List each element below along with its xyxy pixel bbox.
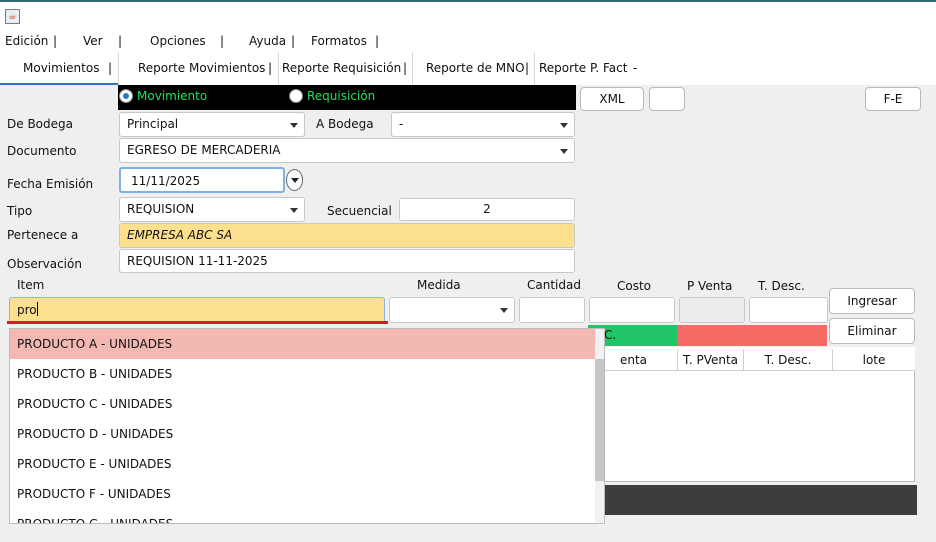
chevron-down-icon bbox=[560, 148, 568, 154]
blank-button[interactable] bbox=[649, 87, 685, 111]
radio-movimiento[interactable]: Movimiento bbox=[119, 89, 207, 103]
tab-divider bbox=[534, 52, 535, 85]
tab-separator: | bbox=[403, 61, 408, 75]
observacion-input[interactable]: REQUISION 11-11-2025 bbox=[119, 249, 575, 273]
pventa-label: P Venta bbox=[687, 279, 733, 293]
pventa-input bbox=[679, 297, 745, 323]
a-bodega-value: - bbox=[399, 117, 404, 131]
table-header-tdesc[interactable]: T. Desc. bbox=[744, 349, 833, 371]
pertenece-label: Pertenece a bbox=[7, 228, 79, 242]
tab-dash: - bbox=[633, 61, 638, 75]
tipo-label: Tipo bbox=[7, 204, 33, 218]
dropdown-option[interactable]: PRODUCTO D - UNIDADES bbox=[10, 419, 595, 449]
costo-label: Costo bbox=[617, 279, 652, 293]
documento-value: EGRESO DE MERCADERIA bbox=[127, 143, 281, 157]
calendar-dropdown-button[interactable] bbox=[286, 169, 303, 191]
secuencial-input[interactable]: 2 bbox=[399, 198, 575, 221]
tab-movimientos[interactable]: Movimientos bbox=[23, 61, 99, 75]
status-red-bar bbox=[677, 325, 827, 346]
radio-requisicion[interactable]: Requisición bbox=[289, 89, 375, 103]
fecha-emision-value: 11/11/2025 bbox=[131, 174, 201, 188]
documento-select[interactable]: EGRESO DE MERCADERIA bbox=[119, 138, 575, 163]
radio-requisicion-label: Requisición bbox=[307, 89, 376, 103]
cantidad-label: Cantidad bbox=[527, 278, 581, 292]
status-green-text: C. bbox=[604, 328, 617, 342]
de-bodega-value: Principal bbox=[127, 117, 179, 131]
table-header-lote[interactable]: lote bbox=[833, 349, 915, 371]
tab-separator: | bbox=[108, 61, 113, 75]
dropdown-option[interactable]: PRODUCTO E - UNIDADES bbox=[10, 449, 595, 479]
chevron-down-icon bbox=[290, 122, 298, 128]
de-bodega-select[interactable]: Principal bbox=[119, 112, 305, 137]
fe-button[interactable]: F-E bbox=[865, 87, 921, 111]
tipo-value: REQUISION bbox=[127, 202, 195, 216]
chevron-down-icon bbox=[290, 207, 298, 213]
item-autocomplete-dropdown[interactable]: PRODUCTO A - UNIDADES PRODUCTO B - UNIDA… bbox=[9, 328, 605, 524]
dropdown-option[interactable]: PRODUCTO C - UNIDADES bbox=[10, 389, 595, 419]
secuencial-value: 2 bbox=[483, 202, 491, 216]
dropdown-option[interactable]: PRODUCTO B - UNIDADES bbox=[10, 359, 595, 389]
item-search-input[interactable]: pro bbox=[9, 297, 385, 323]
radio-unselected-icon bbox=[289, 89, 303, 103]
dropdown-option[interactable]: PRODUCTO F - UNIDADES bbox=[10, 479, 595, 509]
a-bodega-select[interactable]: - bbox=[391, 112, 575, 137]
observacion-label: Observación bbox=[7, 257, 82, 271]
medida-select[interactable] bbox=[389, 297, 515, 323]
table-header-tpventa[interactable]: T. PVenta bbox=[678, 349, 744, 371]
pertenece-field[interactable]: EMPRESA ABC SA bbox=[119, 223, 575, 248]
chevron-down-icon bbox=[500, 308, 508, 313]
tdesc-label: T. Desc. bbox=[758, 279, 805, 293]
footer-dark-bar bbox=[590, 485, 917, 515]
item-input-underline bbox=[7, 321, 388, 324]
xml-button[interactable]: XML bbox=[580, 87, 644, 111]
item-search-value: pro bbox=[17, 303, 37, 317]
tipo-select[interactable]: REQUISION bbox=[119, 197, 305, 222]
tab-divider bbox=[278, 52, 279, 85]
costo-input[interactable] bbox=[589, 297, 675, 323]
tab-divider bbox=[118, 52, 119, 85]
movement-type-radio-group: Movimiento Requisición bbox=[118, 85, 576, 110]
eliminar-button[interactable]: Eliminar bbox=[829, 318, 915, 344]
fecha-emision-label: Fecha Emisión bbox=[7, 177, 94, 191]
text-cursor bbox=[36, 302, 38, 316]
chevron-down-icon bbox=[560, 122, 568, 128]
tdesc-input[interactable] bbox=[749, 297, 828, 323]
tab-reporte-p-fact[interactable]: Reporte P. Fact bbox=[539, 61, 627, 75]
cantidad-input[interactable] bbox=[519, 297, 585, 323]
pertenece-value: EMPRESA ABC SA bbox=[127, 228, 233, 242]
de-bodega-label: De Bodega bbox=[7, 117, 73, 131]
observacion-value: REQUISION 11-11-2025 bbox=[127, 254, 268, 268]
dropdown-option-selected[interactable]: PRODUCTO A - UNIDADES bbox=[10, 329, 595, 359]
radio-selected-icon bbox=[119, 89, 133, 103]
tab-separator: | bbox=[525, 61, 530, 75]
item-label: Item bbox=[17, 278, 45, 292]
ingresar-button[interactable]: Ingresar bbox=[829, 288, 915, 314]
radio-movimiento-label: Movimiento bbox=[137, 89, 208, 103]
medida-label: Medida bbox=[417, 278, 461, 292]
documento-label: Documento bbox=[7, 144, 77, 158]
tab-separator: | bbox=[268, 61, 273, 75]
secuencial-label: Secuencial bbox=[327, 204, 392, 218]
dropdown-scrollbar-thumb[interactable] bbox=[595, 359, 604, 481]
dropdown-option[interactable]: PRODUCTO G - UNIDADES bbox=[10, 509, 595, 523]
tab-divider bbox=[412, 52, 413, 85]
tab-reporte-mno[interactable]: Reporte de MNO bbox=[426, 61, 525, 75]
fecha-emision-input[interactable]: 11/11/2025 bbox=[119, 167, 285, 193]
a-bodega-label: A Bodega bbox=[316, 117, 374, 131]
tab-reporte-requisicion[interactable]: Reporte Requisición bbox=[282, 61, 401, 75]
tab-reporte-movimientos[interactable]: Reporte Movimientos bbox=[138, 61, 265, 75]
chevron-down-icon bbox=[291, 178, 299, 183]
